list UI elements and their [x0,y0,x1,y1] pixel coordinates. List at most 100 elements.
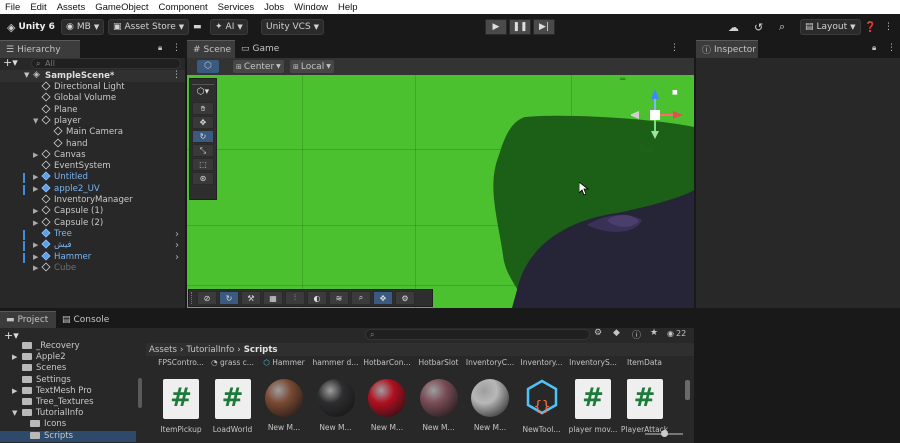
tab-project[interactable]: ▬ Project [0,311,56,328]
assets-scrollbar[interactable] [685,380,690,400]
asset-tile[interactable]: # ItemPickup [155,374,207,434]
shading-button[interactable]: ◐ [307,291,327,305]
asset-tile[interactable]: {} NewTool... [516,374,568,434]
asset-tile[interactable]: New M... [464,374,516,434]
menu-edit[interactable]: Edit [25,2,51,13]
menu-component[interactable]: Component [154,2,213,13]
toolbar-menu-button[interactable]: ⋮ [880,19,897,35]
hierarchy-item[interactable]: EventSystem [0,160,184,172]
asset-item[interactable]: ◔ grass c... [207,358,259,367]
terrain-button[interactable]: ▦ [263,291,283,305]
hierarchy-item[interactable]: ▶ Canvas [0,149,184,161]
more-vertical-icon[interactable]: ⋮ [670,43,679,53]
menu-gameobject[interactable]: GameObject [90,2,153,13]
lock-icon[interactable]: ■ [672,89,678,96]
chevron-right-icon[interactable]: ▶ [12,386,17,397]
search-button[interactable]: ⌕ [775,19,789,35]
folder-tree-scrollbar[interactable] [138,378,142,408]
chevron-down-icon[interactable]: ▼ [12,408,17,419]
tab-console[interactable]: ▤ Console [56,311,116,328]
project-folder-item[interactable]: ▶ Apple2 [0,352,136,363]
help-button[interactable]: ❓ [860,19,880,35]
chevron-right-icon[interactable]: ▶ [33,252,38,263]
orientation-gizmo[interactable] [631,85,691,145]
tab-game[interactable]: ▭ Game [235,40,283,58]
unity-version-button[interactable]: ◈ Unity 6 [3,19,59,35]
hierarchy-item[interactable]: Main Camera [0,126,184,138]
menu-jobs[interactable]: Jobs [259,2,289,13]
hierarchy-item[interactable]: Tree › [0,228,184,240]
chevron-right-icon[interactable]: ▶ [33,172,38,183]
chevron-right-icon[interactable]: ▶ [12,352,17,363]
paint-button[interactable]: ⚒ [241,291,261,305]
asset-item[interactable]: ⬡ Hammer [258,358,310,367]
step-button[interactable]: ▶| [533,19,555,35]
no-tool-button[interactable]: ⊘ [197,291,217,305]
scene-row[interactable]: ▼ ◈ SampleScene* ⋮ [0,70,185,82]
project-folder-item[interactable]: Settings [0,375,136,386]
hierarchy-item[interactable]: Directional Light [0,81,184,93]
lock-icon[interactable]: 🔒︎ [158,43,162,53]
project-folder-item[interactable]: Scripts [0,430,136,442]
hidden-packages-toggle[interactable]: ◉ 22 [667,329,686,338]
account-dropdown[interactable]: ◉ MB ▼ [61,19,105,35]
asset-tile[interactable]: # PlayerAttack [619,374,671,434]
detail-button[interactable]: ⫶ [285,291,305,305]
hierarchy-item[interactable]: Global Volume [0,92,184,104]
gizmo-view-label[interactable]: Top [639,145,653,155]
overlay-drag-handle[interactable] [191,292,195,304]
tab-scene[interactable]: # Scene [187,40,235,58]
breadcrumb-item[interactable]: Assets [149,345,177,355]
asset-item[interactable]: HotbarCon... [361,358,413,367]
more-vertical-icon[interactable]: ⋮ [172,70,181,80]
space-dropdown[interactable]: ⊞ Local ▼ [290,60,334,73]
hierarchy-item[interactable]: ▶ فيش › [0,239,184,252]
tool-settings-button[interactable]: ⬡ [197,60,219,73]
chevron-right-icon[interactable]: ▶ [33,218,38,229]
asset-item[interactable]: ItemData [619,358,671,367]
menu-file[interactable]: File [0,2,25,13]
project-folder-item[interactable]: ▶ TextMesh Pro [0,386,136,397]
asset-item[interactable]: InventoryC... [464,358,516,367]
hierarchy-item[interactable]: ▶ Capsule (1) [0,205,184,217]
add-object-button[interactable]: +▾ [3,57,19,69]
menu-window[interactable]: Window [289,2,333,13]
chevron-right-icon[interactable]: › [175,229,179,240]
layout-dropdown[interactable]: ▤ Layout ▼ [800,19,861,35]
play-button[interactable]: ▶ [485,19,507,35]
scene-viewport[interactable]: Top ═ ■ [187,75,694,308]
asset-tile[interactable]: New M... [258,374,310,434]
slider-thumb[interactable] [661,430,668,437]
rect-tool-button[interactable]: ⬚ [192,158,214,171]
chevron-right-icon[interactable]: › [175,240,179,251]
hierarchy-item[interactable]: InventoryManager [0,194,184,206]
more-vertical-icon[interactable]: ⋮ [172,43,181,53]
rotate-mode-button[interactable]: ↻ [219,291,239,305]
hierarchy-item[interactable]: ▶ apple2_UV [0,183,184,195]
lock-icon[interactable]: 🔒︎ [872,43,876,53]
scale-tool-button[interactable]: ⤡ [192,144,214,157]
tag-icon[interactable]: ◆ [613,328,620,338]
history-button[interactable]: ↺ [750,19,767,35]
pause-button[interactable]: ❚❚ [509,19,531,35]
more-vertical-icon[interactable]: ⋮ [887,43,896,53]
asset-tile[interactable]: New M... [413,374,465,434]
filter-type-icon[interactable]: ⚙ [594,328,602,338]
asset-tile[interactable]: New M... [361,374,413,434]
menu-services[interactable]: Services [213,2,259,13]
tool-view-dropdown[interactable]: ⬡▾ [192,87,214,101]
hierarchy-item[interactable]: ▼ player [0,115,184,127]
asset-tile[interactable]: # LoadWorld [207,374,259,434]
ai-dropdown[interactable]: ✦ AI ▼ [210,19,248,35]
drag-handle-icon[interactable]: ═ [620,75,625,85]
hierarchy-item[interactable]: Plane [0,104,184,116]
chevron-right-icon[interactable]: › [175,252,179,263]
project-folder-item[interactable]: _Recovery [0,341,136,352]
move-tool-button[interactable]: ✥ [192,116,214,129]
asset-item[interactable]: Inventory... [516,358,568,367]
project-folder-item[interactable]: Scenes [0,363,136,374]
hierarchy-item[interactable]: hand [0,137,184,150]
chevron-right-icon[interactable]: ▶ [33,263,38,274]
chevron-right-icon[interactable]: ▶ [33,150,38,161]
project-folder-item[interactable]: Icons [0,419,136,430]
